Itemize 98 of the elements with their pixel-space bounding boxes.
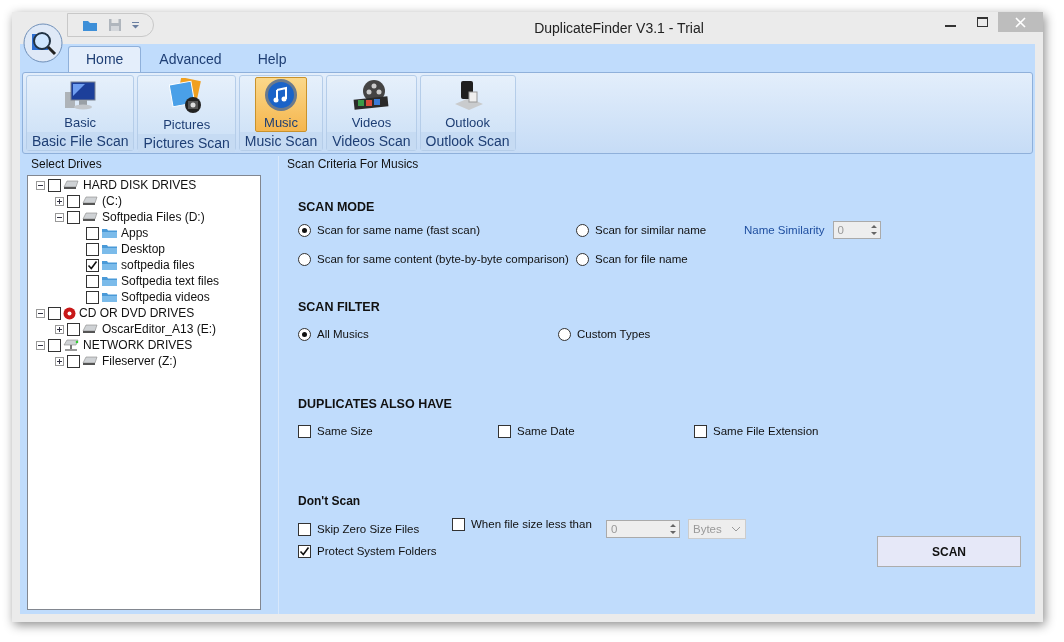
window-title: DuplicateFinder V3.1 - Trial bbox=[533, 20, 705, 36]
radio-option[interactable]: Scan for same name (fast scan) bbox=[298, 221, 576, 239]
radio-button[interactable] bbox=[558, 327, 571, 341]
tree-item[interactable]: NETWORK DRIVES bbox=[83, 338, 193, 352]
computer-icon bbox=[63, 80, 98, 112]
ribbon-button[interactable]: Basic bbox=[54, 77, 107, 132]
checkbox[interactable] bbox=[86, 258, 99, 272]
expander-icon[interactable] bbox=[36, 340, 45, 350]
ribbon-button[interactable]: Outlook bbox=[436, 77, 499, 132]
drive-icon bbox=[82, 356, 99, 366]
checkbox[interactable] bbox=[48, 178, 61, 192]
radio-option[interactable]: Scan for similar name bbox=[576, 221, 744, 239]
dropdown-icon[interactable] bbox=[132, 21, 139, 29]
checkbox[interactable] bbox=[67, 194, 80, 208]
folder-icon bbox=[101, 275, 118, 287]
radio-option[interactable]: Custom Types bbox=[558, 325, 818, 343]
ribbon-group-label: Music Scan bbox=[239, 132, 323, 150]
section-heading: SCAN FILTER bbox=[298, 299, 381, 316]
section-heading: Don't Scan bbox=[298, 493, 362, 510]
radio-option[interactable]: Scan for file name bbox=[576, 250, 744, 268]
expander-icon[interactable] bbox=[55, 196, 64, 206]
section-heading: DUPLICATES ALSO HAVE bbox=[298, 396, 453, 413]
ribbon-group-label: Videos Scan bbox=[327, 132, 416, 150]
film-reel-icon bbox=[352, 78, 391, 112]
radio-button[interactable] bbox=[576, 223, 589, 237]
expander-icon[interactable] bbox=[36, 308, 45, 318]
checkbox-option[interactable]: Skip Zero Size Files bbox=[298, 520, 452, 538]
network-drive-icon bbox=[63, 338, 80, 352]
checkbox-option[interactable]: Same Date bbox=[498, 422, 694, 440]
radio-button[interactable] bbox=[576, 252, 589, 266]
folder-icon bbox=[101, 259, 118, 271]
checkbox[interactable] bbox=[298, 424, 311, 438]
ribbon-group-label: Pictures Scan bbox=[138, 134, 235, 152]
drive-icon bbox=[82, 212, 99, 222]
tree-item[interactable]: Desktop bbox=[121, 242, 166, 256]
tree-item[interactable]: (C:) bbox=[102, 194, 122, 208]
checkbox-option[interactable]: Protect System Folders bbox=[298, 542, 437, 560]
checkbox[interactable] bbox=[498, 424, 511, 438]
folder-icon bbox=[101, 291, 118, 303]
checkbox[interactable] bbox=[298, 544, 311, 558]
ribbon-tab[interactable]: Help bbox=[239, 46, 305, 72]
radio-button[interactable] bbox=[298, 252, 311, 266]
folder-icon bbox=[101, 227, 118, 239]
tree-item[interactable]: softpedia files bbox=[121, 258, 195, 272]
checkbox[interactable] bbox=[67, 322, 80, 336]
ribbon-group-label: Basic File Scan bbox=[27, 132, 134, 150]
checkbox[interactable] bbox=[298, 522, 311, 536]
expander-icon[interactable] bbox=[55, 324, 64, 334]
folder-icon bbox=[101, 243, 118, 255]
ribbon-tab[interactable]: Advanced bbox=[141, 46, 240, 72]
maximize-icon bbox=[976, 17, 988, 27]
radio-button[interactable] bbox=[298, 223, 311, 237]
tree-item[interactable]: Softpedia Files (D:) bbox=[102, 210, 205, 224]
tree-item[interactable]: Fileserver (Z:) bbox=[102, 354, 177, 368]
checkbox[interactable] bbox=[86, 290, 99, 304]
ribbon-group-label: Outlook Scan bbox=[420, 132, 515, 150]
section-heading: SCAN MODE bbox=[298, 199, 376, 216]
checkbox[interactable] bbox=[452, 517, 465, 531]
checkbox[interactable] bbox=[67, 354, 80, 368]
checkbox-option[interactable]: Same Size bbox=[298, 422, 498, 440]
minimize-icon bbox=[944, 25, 956, 27]
music-note-icon bbox=[264, 78, 299, 112]
checkbox[interactable] bbox=[67, 210, 80, 224]
expander-icon[interactable] bbox=[36, 180, 45, 190]
checkbox[interactable] bbox=[86, 274, 99, 288]
tree-item[interactable]: Apps bbox=[121, 226, 149, 240]
checkbox-option[interactable]: Same File Extension bbox=[694, 422, 890, 440]
checkbox[interactable] bbox=[48, 338, 61, 352]
checkbox[interactable] bbox=[86, 226, 99, 240]
disc-icon bbox=[63, 306, 76, 320]
tree-item[interactable]: Softpedia text files bbox=[121, 274, 220, 288]
expander-icon[interactable] bbox=[55, 356, 64, 366]
tree-item[interactable]: Softpedia videos bbox=[121, 290, 210, 304]
field-label: Name Similarity bbox=[744, 224, 825, 236]
scan-button[interactable]: SCAN bbox=[877, 536, 1021, 567]
tree-item[interactable]: OscarEditor_A13 (E:) bbox=[102, 322, 217, 336]
drive-icon bbox=[82, 196, 99, 206]
tree-item[interactable]: HARD DISK DRIVES bbox=[83, 178, 197, 192]
panel-label: Select Drives bbox=[30, 156, 103, 173]
ribbon-tab[interactable]: Home bbox=[68, 46, 142, 72]
expander-icon[interactable] bbox=[55, 212, 64, 222]
checkbox-option[interactable]: When file size less than bbox=[452, 515, 606, 533]
radio-button[interactable] bbox=[298, 327, 311, 341]
drive-icon bbox=[82, 324, 99, 334]
checkbox[interactable] bbox=[694, 424, 707, 438]
ribbon-button[interactable]: Music bbox=[255, 77, 308, 132]
open-folder-icon[interactable] bbox=[82, 18, 98, 32]
tree-item[interactable]: CD OR DVD DRIVES bbox=[79, 306, 195, 320]
ribbon-button[interactable]: Videos bbox=[342, 77, 401, 132]
chevron-down-icon bbox=[731, 526, 741, 532]
panel-label: Scan Criteria For Musics bbox=[286, 156, 420, 173]
checkbox[interactable] bbox=[86, 242, 99, 256]
drive-icon bbox=[63, 180, 80, 190]
checkbox[interactable] bbox=[48, 306, 61, 320]
radio-option[interactable]: Scan for same content (byte-by-byte comparison) bbox=[298, 250, 576, 268]
close-icon bbox=[1015, 16, 1026, 28]
ribbon-button[interactable]: Pictures bbox=[154, 77, 220, 134]
radio-option[interactable]: All Musics bbox=[298, 325, 558, 343]
